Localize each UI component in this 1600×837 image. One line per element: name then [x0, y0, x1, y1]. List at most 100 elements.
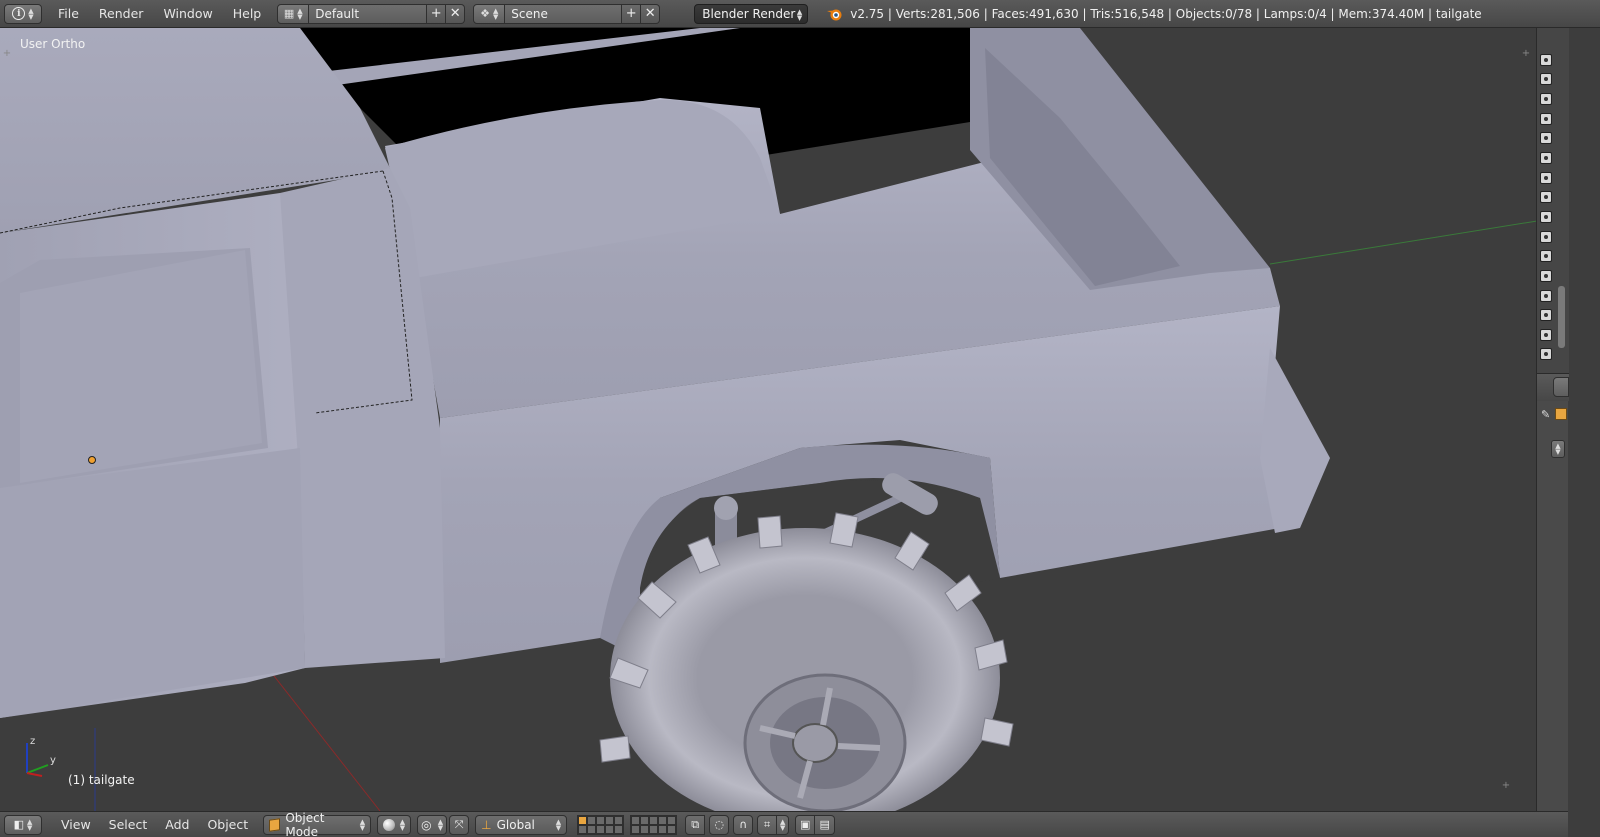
scene-browse-button[interactable]: ❖ ▲ ▼ [473, 3, 506, 24]
render-toggle-icon[interactable] [1540, 54, 1552, 66]
properties-scroll-button[interactable]: ▲ ▼ [1551, 440, 1565, 458]
screen-layout-name-field[interactable]: Default [309, 3, 428, 24]
render-toggle-icon[interactable] [1540, 152, 1552, 164]
active-object-label: (1) tailgate [68, 773, 135, 787]
transform-orientation-dropdown[interactable]: ⊥ Global ▲ ▼ [475, 814, 568, 835]
layer-button[interactable] [649, 824, 659, 834]
layer-button[interactable] [640, 815, 650, 825]
render-toggle-icon[interactable] [1540, 113, 1552, 125]
axis-z-label: z [30, 736, 35, 747]
snap-grid-icon: ⌗ [764, 817, 771, 831]
object-mode-icon [269, 817, 281, 832]
editor-type-button[interactable]: ◧ ▲ ▼ [4, 814, 42, 835]
menu-file[interactable]: File [48, 6, 89, 21]
scene-name-field[interactable]: Scene [505, 3, 623, 24]
render-toggle-icon[interactable] [1540, 132, 1552, 144]
menu-view[interactable]: View [52, 817, 100, 832]
render-toggle-icon[interactable] [1540, 231, 1552, 243]
layer-button[interactable] [658, 815, 668, 825]
plus-icon: + [625, 6, 637, 21]
render-toggle-icon[interactable] [1540, 73, 1552, 85]
delete-screen-button[interactable]: ✕ [446, 3, 466, 24]
3d-viewport[interactable]: z y User Ortho (1) tailgate + + + [0, 28, 1568, 811]
layer-button[interactable] [667, 815, 677, 825]
outliner[interactable] [1537, 28, 1569, 373]
layer-button[interactable] [658, 824, 668, 834]
manipulator-toggle-button[interactable]: ⤧ [449, 814, 470, 835]
layer-button[interactable] [649, 815, 659, 825]
updown-arrows-icon: ▲ ▼ [492, 6, 499, 21]
menu-help[interactable]: Help [223, 6, 272, 21]
render-toggle-icon[interactable] [1540, 290, 1552, 302]
layer-button[interactable] [587, 815, 597, 825]
menu-select[interactable]: Select [100, 817, 157, 832]
pin-icon[interactable]: ✎ [1541, 408, 1553, 421]
updown-arrows-icon: ▲ ▼ [555, 817, 562, 832]
add-screen-button[interactable]: + [427, 3, 447, 24]
area-split-widget[interactable]: + [1, 48, 13, 60]
layer-button[interactable] [578, 815, 588, 825]
render-toggle-icon[interactable] [1540, 93, 1552, 105]
updown-arrows-icon: ▲ ▼ [399, 817, 406, 832]
info-icon: i [12, 7, 26, 20]
menu-render[interactable]: Render [89, 6, 154, 21]
snap-toggle-button[interactable]: ∩ [733, 814, 754, 835]
layer-button[interactable] [605, 824, 615, 834]
render-toggle-icon[interactable] [1540, 191, 1552, 203]
menu-add[interactable]: Add [156, 817, 198, 832]
pivot-point-dropdown[interactable]: ◎ ▲ ▼ [417, 814, 448, 835]
layers-lock-icon: ⧉ [691, 817, 700, 831]
properties-header [1537, 373, 1569, 401]
render-toggle-icon[interactable] [1540, 329, 1552, 341]
interaction-mode-dropdown[interactable]: Object Mode ▲ ▼ [263, 811, 372, 837]
camera-icon: ▣ [799, 818, 811, 831]
snap-element-dropdown[interactable]: ⌗ [757, 814, 778, 835]
delete-scene-button[interactable]: ✕ [641, 3, 661, 24]
render-toggle-icon[interactable] [1540, 309, 1552, 321]
solid-shading-icon [383, 818, 395, 831]
snap-element-arrows[interactable]: ▲ ▼ [777, 814, 790, 835]
lock-layers-button[interactable]: ⧉ [685, 814, 706, 835]
scene-selector: ❖ ▲ ▼ Scene + ✕ [473, 3, 661, 24]
render-toggle-icon[interactable] [1540, 172, 1552, 184]
menu-window[interactable]: Window [153, 6, 222, 21]
close-icon: ✕ [449, 6, 461, 21]
menu-object[interactable]: Object [198, 817, 257, 832]
layer-button[interactable] [596, 815, 606, 825]
add-scene-button[interactable]: + [622, 3, 642, 24]
render-toggle-icon[interactable] [1540, 250, 1552, 262]
scene-statistics: v2.75 | Verts:281,506 | Faces:491,630 | … [850, 6, 1482, 21]
screen-layout-browse-button[interactable]: ▦ ▲ ▼ [277, 3, 310, 24]
area-split-widget[interactable]: + [1520, 48, 1532, 60]
render-toggle-icon[interactable] [1540, 270, 1552, 282]
render-toggle-icon[interactable] [1540, 211, 1552, 223]
layer-button[interactable] [605, 815, 615, 825]
layer-button[interactable] [640, 824, 650, 834]
editor-type-button[interactable]: i ▲ ▼ [4, 3, 42, 24]
render-engine-dropdown[interactable]: Blender Render ▲ ▼ [694, 3, 809, 24]
layer-button[interactable] [631, 824, 641, 834]
interaction-mode-label: Object Mode [285, 810, 325, 837]
updown-arrows-icon: ▲ ▼ [1555, 442, 1561, 456]
layer-button[interactable] [614, 824, 624, 834]
opengl-render-button[interactable]: ▣ [795, 814, 816, 835]
scene-layers-group-1[interactable] [577, 814, 625, 835]
layer-button[interactable] [578, 824, 588, 834]
layer-button[interactable] [667, 824, 677, 834]
scene-layers-group-2[interactable] [630, 814, 678, 835]
render-toggle-icon[interactable] [1540, 348, 1552, 360]
layer-button[interactable] [614, 815, 624, 825]
proportional-edit-button[interactable]: ◌ [709, 814, 730, 835]
area-split-widget[interactable]: + [1500, 780, 1512, 792]
layer-button[interactable] [596, 824, 606, 834]
clapper-icon: ▤ [819, 818, 830, 831]
outliner-scrollbar[interactable] [1558, 286, 1565, 348]
layer-button[interactable] [631, 815, 641, 825]
pivot-icon: ◎ [421, 817, 432, 832]
3d-view-cube-icon: ◧ [13, 818, 24, 831]
opengl-render-animation-button[interactable]: ▤ [815, 814, 836, 835]
viewport-shading-dropdown[interactable]: ▲ ▼ [377, 814, 412, 835]
properties-editor-type-button[interactable] [1553, 377, 1569, 397]
viewport-scene: z y [0, 28, 1568, 811]
layer-button[interactable] [587, 824, 597, 834]
